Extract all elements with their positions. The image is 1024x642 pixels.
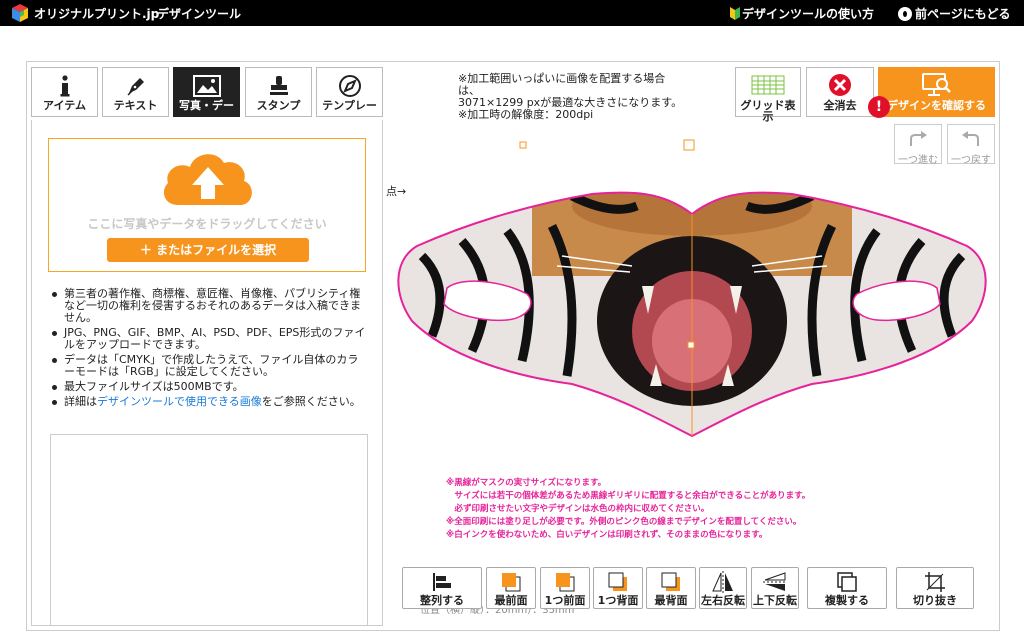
tab-text-label: テキスト <box>113 99 158 112</box>
align-label: 整列する <box>420 594 464 607</box>
cloud-upload-icon <box>163 154 252 205</box>
help-link[interactable]: デザインツールの使い方 <box>730 5 874 22</box>
alert-badge: ! <box>868 96 890 118</box>
confirm-button-label: デザインを確認する <box>887 99 986 112</box>
tab-photo-data-label: 写真・デー <box>179 99 234 112</box>
tab-stamp-label: スタンプ <box>256 99 301 112</box>
pink-note-line: ※黒線がマスクの実寸サイズになります。 <box>446 478 607 488</box>
send-backward-label: 1つ背面 <box>597 594 639 607</box>
send-backward-button[interactable]: 1つ背面 <box>593 567 643 609</box>
selection-center-handle[interactable] <box>687 341 695 349</box>
tab-item[interactable]: アイテム <box>31 67 98 117</box>
flip-horizontal-button[interactable]: 左右反転 <box>699 567 747 609</box>
bring-front-icon <box>487 571 535 593</box>
print-area-info: ※加工範囲いっぱいに画像を配置する場合は、 3071×1299 pxが最適な大き… <box>458 73 683 121</box>
confirm-design-button[interactable]: デザインを確認する <box>878 67 995 117</box>
grid-button-label: グリッド表示 <box>740 99 796 123</box>
photo-icon <box>174 74 239 98</box>
duplicate-button[interactable]: 複製する <box>807 567 887 609</box>
drop-hint-text: ここに写真やデータをドラッグしてください <box>87 217 327 231</box>
upload-notes-list: 第三者の著作権、商標権、意匠権、肖像権、パブリシティ権など一切の権利を侵害するお… <box>46 288 366 411</box>
flip-vertical-label: 上下反転 <box>753 594 797 607</box>
selection-handle[interactable] <box>519 141 527 149</box>
tab-template-label: テンプレー <box>322 99 377 112</box>
crop-label: 切り抜き <box>913 594 957 607</box>
clear-x-icon <box>807 73 873 97</box>
info-icon <box>32 74 97 98</box>
flip-horizontal-icon <box>700 571 746 593</box>
tab-text[interactable]: テキスト <box>102 67 169 117</box>
mask-canvas[interactable] <box>392 136 992 456</box>
usable-images-link[interactable]: デザインツールで使用できる画像 <box>97 395 262 408</box>
align-icon <box>403 571 481 593</box>
pink-note-line: ※白インクを使わないため、白いデザインは印刷されず、そのままの色になります。 <box>446 530 768 540</box>
grid-icon <box>736 73 800 97</box>
note-item: 詳細はデザインツールで使用できる画像をご参照ください。 <box>46 396 366 408</box>
template-icon <box>317 74 382 98</box>
image-list-box <box>50 434 368 626</box>
note-item: 最大ファイルサイズは500MBです。 <box>46 381 366 393</box>
select-file-button[interactable]: ＋ またはファイルを選択 <box>107 238 309 262</box>
clear-button-label: 全消去 <box>823 99 857 112</box>
crop-button[interactable]: 切り抜き <box>896 567 974 609</box>
stamp-icon <box>246 74 311 98</box>
pink-note-line: 必ず印刷させたい文字やデザインは水色の枠内に収めてください。 <box>446 504 710 514</box>
note-item: JPG、PNG、GIF、BMP、AI、PSD、PDF、EPS形式のファイルをアッ… <box>46 327 366 351</box>
send-back-icon <box>647 571 695 593</box>
top-bar: オリジナルプリント.jp デザインツール デザインツールの使い方 前ページにもど… <box>0 0 1024 26</box>
pink-note-line: ※全面印刷には塗り足しが必要です。外側のピンク色の線までデザインを配置してくださ… <box>446 517 802 527</box>
note-item: 第三者の著作権、商標権、意匠権、肖像権、パブリシティ権など一切の権利を侵害するお… <box>46 288 366 324</box>
note-suffix: をご参照ください。 <box>261 395 361 408</box>
back-link-label: 前ページにもどる <box>915 7 1011 21</box>
beginner-leaf-icon <box>730 7 740 20</box>
tab-item-label: アイテム <box>43 99 86 112</box>
tab-photo-data[interactable]: 写真・デー <box>173 67 240 117</box>
flip-vertical-button[interactable]: 上下反転 <box>751 567 799 609</box>
duplicate-label: 複製する <box>825 594 869 607</box>
note-item: データは「CMYK」で作成したうえで、ファイル自体のカラーモードは「RGB」に設… <box>46 354 366 378</box>
bring-front-label: 最前面 <box>494 594 528 607</box>
pen-icon <box>103 74 168 98</box>
bring-front-button[interactable]: 最前面 <box>486 567 536 609</box>
align-button[interactable]: 整列する <box>402 567 482 609</box>
send-back-button[interactable]: 最背面 <box>646 567 696 609</box>
brand-name[interactable]: オリジナルプリント.jp <box>34 5 159 22</box>
flip-vertical-icon <box>752 571 798 593</box>
duplicate-icon <box>808 571 886 593</box>
print-info-line: ※加工範囲いっぱいに画像を配置する場合は、 <box>458 72 666 97</box>
send-backward-icon <box>594 571 642 593</box>
crop-icon <box>897 571 973 593</box>
grid-toggle-button[interactable]: グリッド表示 <box>735 67 801 122</box>
monitor-search-icon <box>879 73 994 97</box>
flip-horizontal-label: 左右反転 <box>701 594 745 607</box>
bring-forward-button[interactable]: 1つ前面 <box>540 567 590 609</box>
pink-note-line: サイズには若干の個体差があるため黒線ギリギリに配置すると余白ができることがありま… <box>446 491 811 501</box>
tab-stamp[interactable]: スタンプ <box>245 67 312 117</box>
print-info-line: ※加工時の解像度：200dpi <box>458 108 594 121</box>
bring-forward-label: 1つ前面 <box>544 594 586 607</box>
selection-handle[interactable] <box>683 139 695 151</box>
send-back-label: 最背面 <box>654 594 688 607</box>
logo-cube-icon <box>12 4 28 22</box>
bring-forward-icon <box>541 571 589 593</box>
back-link[interactable]: 前ページにもどる <box>898 5 1011 22</box>
mask-print-notes: ※黒線がマスクの実寸サイズになります。 サイズには若干の個体差があるため黒線ギリ… <box>446 477 866 542</box>
help-link-label: デザインツールの使い方 <box>742 7 875 21</box>
back-circle-icon <box>898 7 912 21</box>
clear-all-button[interactable]: 全消去 <box>806 67 874 117</box>
tab-template[interactable]: テンプレー <box>316 67 383 117</box>
tool-name: デザインツール <box>157 7 242 21</box>
note-prefix: 詳細は <box>64 395 97 408</box>
upload-drop-zone[interactable]: ここに写真やデータをドラッグしてください ＋ またはファイルを選択 <box>48 138 366 272</box>
